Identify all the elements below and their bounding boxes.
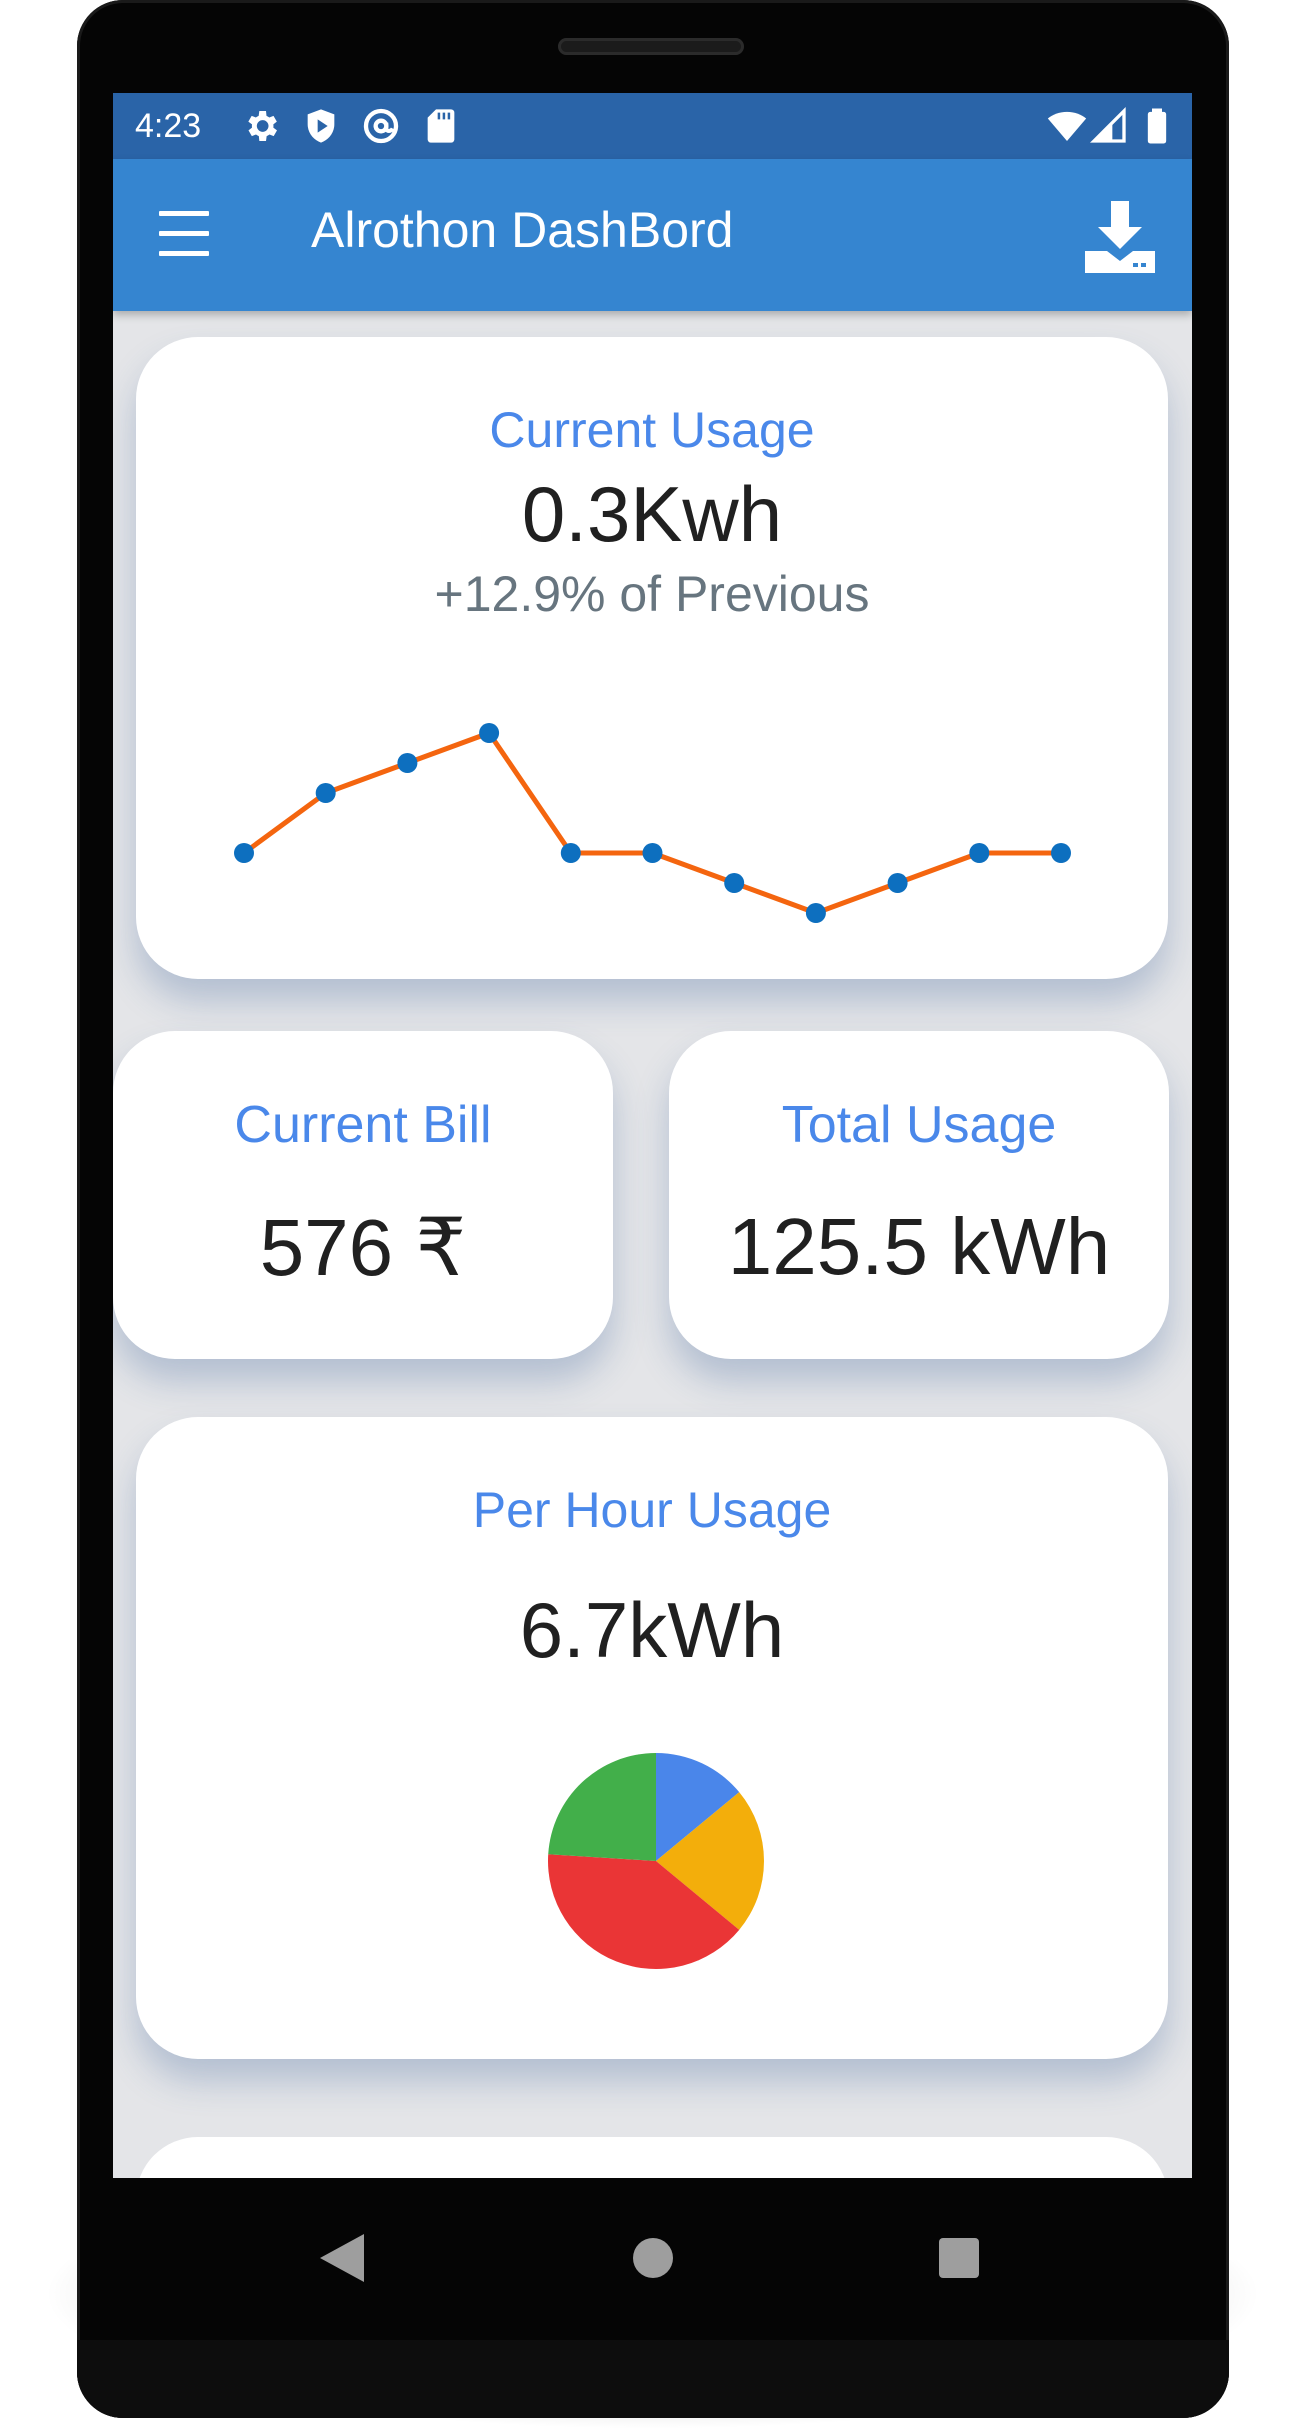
- app-screen: 4:23 Alrothon DashBord Current Usage 0.3…: [113, 93, 1192, 2178]
- status-time: 4:23: [135, 107, 202, 145]
- sd-card-icon: [427, 109, 455, 143]
- usage-point-5: [642, 843, 663, 863]
- battery-icon: [1147, 108, 1167, 144]
- back-triangle-icon[interactable]: [320, 2234, 364, 2282]
- per-hour-usage-card[interactable]: Per Hour Usage 6.7kWh: [136, 1417, 1168, 2059]
- current-bill-card[interactable]: Current Bill 576 ₹: [113, 1031, 613, 1359]
- usage-line-series: [242, 730, 1061, 916]
- at-sign-icon: [363, 108, 399, 144]
- usage-pie-chart: [548, 1753, 764, 1969]
- shield-play-icon: [307, 109, 335, 143]
- recents-square-icon[interactable]: [939, 2238, 979, 2278]
- current-bill-title: Current Bill: [234, 1096, 492, 1154]
- usage-point-10: [1051, 843, 1071, 863]
- total-usage-value: 125.5 kWh: [727, 1202, 1111, 1291]
- usage-point-8: [887, 873, 908, 893]
- pie-slice-3: [548, 1753, 656, 1861]
- earpiece-speaker: [558, 38, 744, 55]
- phone-bottom-edge: [77, 2340, 1229, 2418]
- status-bar: 4:23: [113, 93, 1192, 159]
- usage-point-1: [315, 783, 336, 803]
- usage-point-0: [234, 843, 254, 863]
- per-hour-usage-value: 6.7kWh: [519, 1586, 785, 1674]
- usage-point-4: [560, 843, 581, 863]
- usage-point-9: [969, 843, 990, 863]
- usage-point-6: [724, 873, 745, 893]
- current-usage-card[interactable]: Current Usage 0.3Kwh +12.9% of Previous: [136, 337, 1168, 979]
- next-card-partial[interactable]: [136, 2137, 1168, 2178]
- download-icon[interactable]: [1085, 201, 1155, 273]
- usage-point-3: [479, 723, 500, 743]
- usage-point-2: [397, 753, 418, 773]
- app-title: Alrothon DashBord: [311, 202, 734, 258]
- current-bill-value: 576 ₹: [259, 1203, 467, 1292]
- usage-point-7: [805, 903, 826, 923]
- hamburger-menu-icon[interactable]: [157, 211, 211, 259]
- system-navigation-bar: [113, 2178, 1192, 2340]
- per-hour-usage-title: Per Hour Usage: [472, 1482, 832, 1538]
- total-usage-card[interactable]: Total Usage 125.5 kWh: [669, 1031, 1169, 1359]
- wifi-icon: [1047, 111, 1087, 141]
- signal-icon: [1089, 106, 1126, 143]
- gear-icon: [248, 111, 277, 141]
- usage-line-chart: [234, 723, 1071, 923]
- total-usage-title: Total Usage: [781, 1096, 1057, 1154]
- app-bar: Alrothon DashBord: [113, 159, 1192, 311]
- home-circle-icon[interactable]: [633, 2238, 673, 2278]
